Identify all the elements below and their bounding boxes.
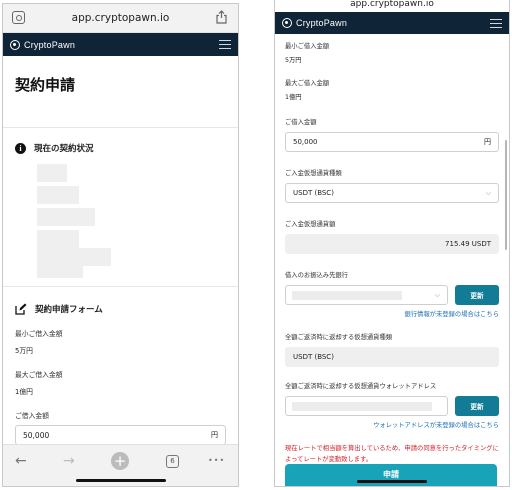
collateral-type-block: ご入金仮想通貨種類 USDT (BSC) ⌵ <box>285 168 499 203</box>
wallet-row: 更新 <box>285 396 499 416</box>
home-indicator <box>75 479 166 482</box>
tabs-count-icon[interactable]: 6 <box>166 455 179 468</box>
min-amount-block: 最小ご借入金額 5万円 <box>285 41 499 64</box>
chevron-down-icon: ⌵ <box>485 188 491 197</box>
form-heading-text: 契約申請フォーム <box>35 305 103 315</box>
url-text-compact[interactable]: app.cryptopawn.io <box>275 0 509 9</box>
blurred-contract-details <box>15 160 226 278</box>
max-amount-value: 1億円 <box>285 94 302 101</box>
collateral-amount-label: ご入金仮想通貨額 <box>285 221 336 228</box>
wallet-update-button[interactable]: 更新 <box>455 396 499 416</box>
bank-block: 借入のお振込み先銀行 ⌵ 更新 銀行情報が未登録の場合はこちら <box>285 270 499 318</box>
bank-row: ⌵ 更新 <box>285 285 499 305</box>
info-icon: i <box>15 142 26 154</box>
collateral-amount-field: 715.49 USDT <box>285 234 499 254</box>
logo[interactable]: CryptoPawn <box>282 18 347 28</box>
return-currency-label: 全額ご返済時に返却する仮想通貨種類 <box>285 334 393 341</box>
amount-unit: 円 <box>211 431 218 439</box>
brand-name: CryptoPawn <box>296 18 348 28</box>
page-title: 契約申請 <box>15 76 76 94</box>
amount-label: ご借入金額 <box>285 119 317 126</box>
amount-input-value: 50,000 <box>293 138 318 146</box>
wallet-block: 全額ご返済時に返却する仮想通貨ウォレットアドレス 更新 ウォレットアドレスが未登… <box>285 381 499 429</box>
logo[interactable]: CryptoPawn <box>10 39 76 50</box>
wallet-register-link[interactable]: ウォレットアドレスが未登録の場合はこちら <box>285 420 499 429</box>
url-text[interactable]: app.cryptopawn.io <box>3 12 238 24</box>
contract-status-heading: i 現在の契約状況 <box>15 142 226 154</box>
max-amount-value: 1億円 <box>15 388 33 396</box>
forward-arrow-icon[interactable]: → <box>63 453 75 469</box>
max-amount-block: 最大ご借入金額 1億円 <box>285 78 499 101</box>
collateral-type-label: ご入金仮想通貨種類 <box>285 170 342 177</box>
divider <box>3 286 238 287</box>
amount-input[interactable]: 50,000 円 <box>15 425 226 445</box>
min-amount-label: 最小ご借入金額 <box>285 43 330 50</box>
blurred-bank-name <box>292 291 402 300</box>
right-phone-screen: app.cryptopawn.io CryptoPawn 最小ご借入金額 5万円… <box>274 0 510 487</box>
bank-select[interactable]: ⌵ <box>285 285 448 305</box>
return-currency-field: USDT (BSC) <box>285 347 499 367</box>
amount-block: ご借入金額 50,000 円 <box>285 117 499 152</box>
more-icon[interactable]: ••• <box>208 456 225 465</box>
brand-name: CryptoPawn <box>24 39 76 50</box>
return-currency-block: 全額ご返済時に返却する仮想通貨種類 USDT (BSC) <box>285 332 499 367</box>
blurred-wallet-address <box>292 402 432 411</box>
amount-unit: 円 <box>484 138 491 146</box>
chevron-down-icon: ⌵ <box>434 290 440 299</box>
application-form-section: 契約申請フォーム 最小ご借入金額 5万円 最大ご借入金額 1億円 ご借入金額 5… <box>3 303 238 445</box>
new-tab-plus-icon[interactable]: + <box>111 452 129 470</box>
bank-register-link[interactable]: 銀行情報が未登録の場合はこちら <box>285 309 499 318</box>
collateral-amount-value: 715.49 USDT <box>445 240 491 248</box>
back-arrow-icon[interactable]: ← <box>15 453 27 469</box>
page-title-area: 契約申請 <box>3 56 238 128</box>
bank-update-button[interactable]: 更新 <box>455 285 499 305</box>
amount-input[interactable]: 50,000 円 <box>285 132 499 152</box>
home-indicator <box>357 480 427 483</box>
cryptopawn-logo-icon <box>282 18 292 28</box>
application-form: 最小ご借入金額 5万円 最大ご借入金額 1億円 ご借入金額 50,000 円 ご… <box>275 41 509 465</box>
menu-icon[interactable] <box>490 18 502 28</box>
left-phone-screen: app.cryptopawn.io CryptoPawn 契約申請 i 現在の契… <box>2 3 239 487</box>
min-amount-value: 5万円 <box>15 347 33 355</box>
amount-label: ご借入金額 <box>15 412 49 420</box>
wallet-address-field[interactable] <box>285 396 448 416</box>
max-amount-label: 最大ご借入金額 <box>15 371 63 379</box>
min-amount-value: 5万円 <box>285 57 302 64</box>
cryptopawn-logo-icon <box>10 39 20 50</box>
scrollbar[interactable] <box>505 140 507 250</box>
app-header: CryptoPawn <box>3 33 238 56</box>
form-heading: 契約申請フォーム <box>15 303 226 315</box>
max-amount-label: 最大ご借入金額 <box>285 80 330 87</box>
min-amount-label: 最小ご借入金額 <box>15 330 63 338</box>
amount-input-value: 50,000 <box>23 430 50 440</box>
rate-warning-text: 現在レートで相当額を算出しているため、申請の同意を行ったタイミングによってレート… <box>285 445 499 463</box>
contract-status-section: i 現在の契約状況 <box>3 142 238 278</box>
share-icon[interactable] <box>216 10 227 24</box>
collateral-type-value: USDT (BSC) <box>293 189 334 197</box>
safari-address-bar: app.cryptopawn.io <box>3 4 238 33</box>
return-currency-value: USDT (BSC) <box>293 353 334 361</box>
safari-toolbar: ← → + 6 ••• <box>3 444 238 486</box>
collateral-amount-block: ご入金仮想通貨額 715.49 USDT <box>285 219 499 254</box>
edit-icon <box>15 303 27 315</box>
status-heading-text: 現在の契約状況 <box>34 144 94 154</box>
app-header: CryptoPawn <box>275 12 509 34</box>
bank-label: 借入のお振込み先銀行 <box>285 272 348 279</box>
menu-icon[interactable] <box>219 40 231 50</box>
wallet-label: 全額ご返済時に返却する仮想通貨ウォレットアドレス <box>285 383 437 390</box>
collateral-type-select[interactable]: USDT (BSC) ⌵ <box>285 183 499 203</box>
